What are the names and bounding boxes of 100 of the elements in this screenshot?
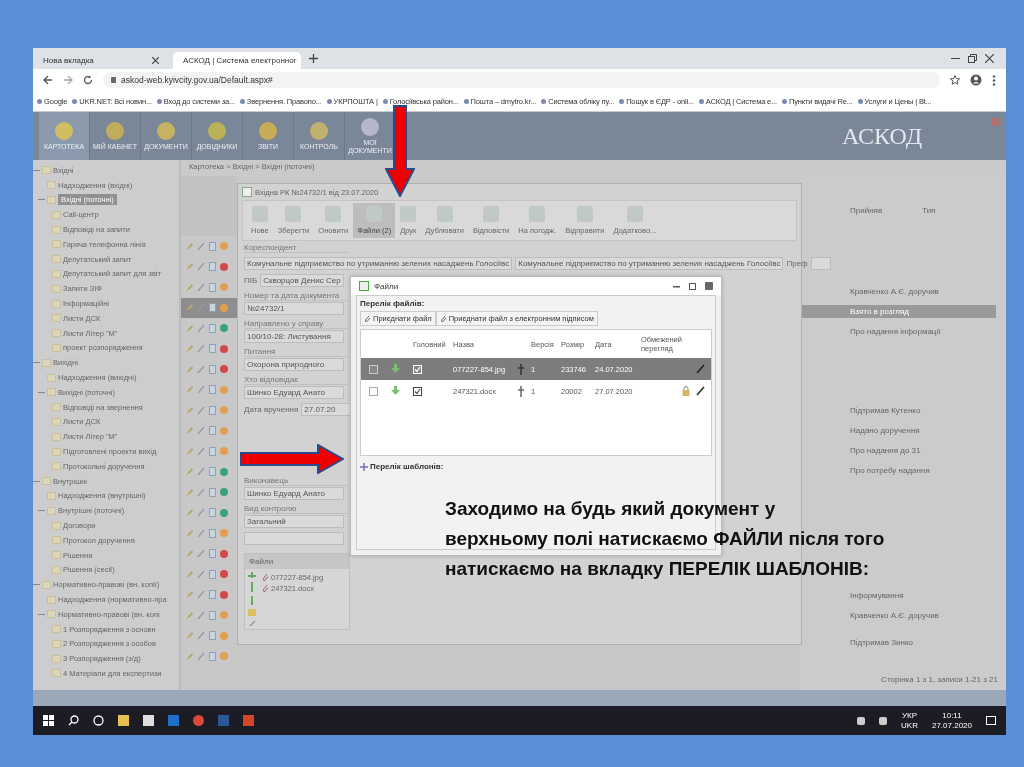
logo: АСКОД: [841, 122, 922, 150]
list-row[interactable]: Кравченко А.Є. доручив: [800, 285, 1006, 298]
pin-icon: [185, 487, 193, 497]
notification-icon[interactable]: [986, 715, 996, 726]
field-label: Виконавець: [244, 476, 348, 486]
browser-tab[interactable]: Нова вкладка: [37, 52, 165, 69]
bookmark-icon: [781, 98, 787, 104]
close-icon[interactable]: [152, 57, 159, 64]
field-label: Вид контролю: [244, 504, 348, 514]
list-row[interactable]: Про потребу надання: [800, 464, 1006, 477]
text-field[interactable]: Охорона природного: [244, 358, 344, 371]
text-field[interactable]: Шинко Едуард Анато: [244, 386, 344, 399]
pin-icon: [185, 364, 193, 374]
text-field[interactable]: Загальний: [244, 515, 344, 528]
list-row[interactable]: [181, 297, 237, 318]
search-icon[interactable]: [68, 715, 79, 726]
browser-tab[interactable]: АСКОД | Система електронног: [173, 52, 301, 69]
menu-icon[interactable]: [992, 74, 996, 86]
windows-icon[interactable]: [43, 715, 54, 726]
language-indicator[interactable]: UKR: [901, 720, 918, 730]
signature-icon[interactable]: [517, 385, 525, 397]
clock-time: 10:11: [942, 711, 962, 721]
window-icon: [359, 281, 369, 291]
tray-icon[interactable]: [879, 716, 888, 725]
field-label: Номер та дата документа: [244, 291, 348, 301]
pin-icon: [185, 528, 193, 538]
bookmark-icon: [541, 98, 547, 104]
toolbar-icon: [251, 206, 268, 222]
checkbox[interactable]: [413, 386, 422, 396]
pin-icon: [185, 323, 193, 333]
star-icon[interactable]: [950, 75, 960, 85]
text-field[interactable]: [244, 532, 344, 545]
panel-title: Файли: [245, 554, 349, 569]
list-row[interactable]: Про надання інформації: [800, 325, 1006, 338]
toolbar-icon: [400, 206, 417, 222]
restore-icon[interactable]: [968, 54, 977, 63]
pin-icon: [185, 508, 193, 518]
toolbar-icon: [483, 206, 500, 222]
text-field[interactable]: Шинко Едуард Анато: [244, 487, 344, 500]
checkbox[interactable]: [369, 386, 378, 396]
list-row[interactable]: Надано доручення: [800, 424, 1006, 437]
toolbar-icon: [529, 206, 546, 222]
pin-icon: [185, 446, 193, 456]
paperclip-icon: [439, 314, 447, 323]
instruction-text: Заходимо на будь який документ у верхньому полі натискаємо ФАЙЛИ після того натискаємо на вкладку ПЕРЕЛІК ШАБЛОНІВ:: [445, 497, 885, 581]
lock-icon[interactable]: [682, 386, 690, 396]
circle-icon[interactable]: [93, 715, 104, 726]
templates-expander[interactable]: Перелік шаблонів:: [357, 456, 447, 477]
text-field[interactable]: Скворцов Денис Сер: [260, 274, 344, 287]
pin-icon: [185, 590, 193, 600]
pin-icon: [185, 405, 193, 415]
text-field[interactable]: Комунальне підприємство по утриманню зелених насаджень Голосіївс: [244, 257, 513, 270]
list-row[interactable]: Підтримав Зинко: [800, 636, 1006, 649]
nav-icon: [361, 118, 379, 137]
browser-icon[interactable]: [193, 715, 204, 726]
list-row[interactable]: Підтримав Кутенко: [800, 404, 1006, 417]
text-field[interactable]: №24732/1: [244, 302, 344, 315]
toolbar-icon: [626, 206, 643, 222]
sort-icon[interactable]: [248, 595, 256, 606]
bookmark-icon: [382, 98, 388, 104]
account-icon[interactable]: [970, 74, 982, 86]
pin-icon: [185, 631, 193, 641]
field-label: Кореспондент: [244, 243, 348, 253]
maximize-icon[interactable]: [689, 282, 696, 290]
bookmark-icon: [619, 98, 625, 104]
back-icon[interactable]: [43, 75, 53, 85]
address-field[interactable]: askod-web.kyivcity.gov.ua/Default.aspx#: [103, 72, 940, 88]
language-indicator[interactable]: УКР: [901, 711, 918, 721]
field-label: ПІБ: [244, 276, 258, 285]
sort-icon[interactable]: [248, 582, 256, 592]
column-header: Прийняв: [850, 206, 883, 215]
tray-icon[interactable]: [857, 716, 866, 725]
bookmark-icon: [37, 98, 42, 104]
signature-icon[interactable]: [517, 363, 525, 375]
forward-icon[interactable]: [63, 75, 73, 85]
toolbar-icon: [576, 206, 593, 222]
pin-icon: [185, 282, 193, 292]
pin-icon: [185, 344, 193, 354]
reload-icon[interactable]: [83, 75, 93, 85]
download-icon[interactable]: [391, 364, 400, 374]
text-field[interactable]: Комунальне підприємство по утриманню зелених насаджень Голосіївс: [515, 257, 784, 270]
list-row[interactable]: Інформування: [800, 589, 1006, 602]
download-icon[interactable]: [391, 386, 400, 396]
pin-icon: [185, 262, 193, 272]
nav-icon: [157, 121, 175, 140]
list-row[interactable]: Кравченко А.Є. доручив: [800, 609, 1006, 622]
list-row[interactable]: Про надання до 31: [800, 444, 1006, 457]
list-row[interactable]: Взято в розгляд: [800, 305, 996, 318]
bookmark-icon: [698, 98, 704, 104]
bookmark-icon: [156, 98, 162, 104]
bookmark-icon: [72, 98, 78, 104]
field-label: Преф: [786, 259, 808, 268]
toolbar-icon: [436, 206, 453, 222]
pencil-icon[interactable]: [696, 386, 705, 396]
text-field[interactable]: 100/10-28: Листування: [244, 330, 344, 343]
plus-icon[interactable]: [309, 54, 318, 63]
nav-icon: [259, 121, 277, 140]
close-icon[interactable]: [985, 54, 994, 63]
bookmark-icon: [239, 98, 245, 104]
section-title: Перелік файлів:: [359, 298, 426, 310]
